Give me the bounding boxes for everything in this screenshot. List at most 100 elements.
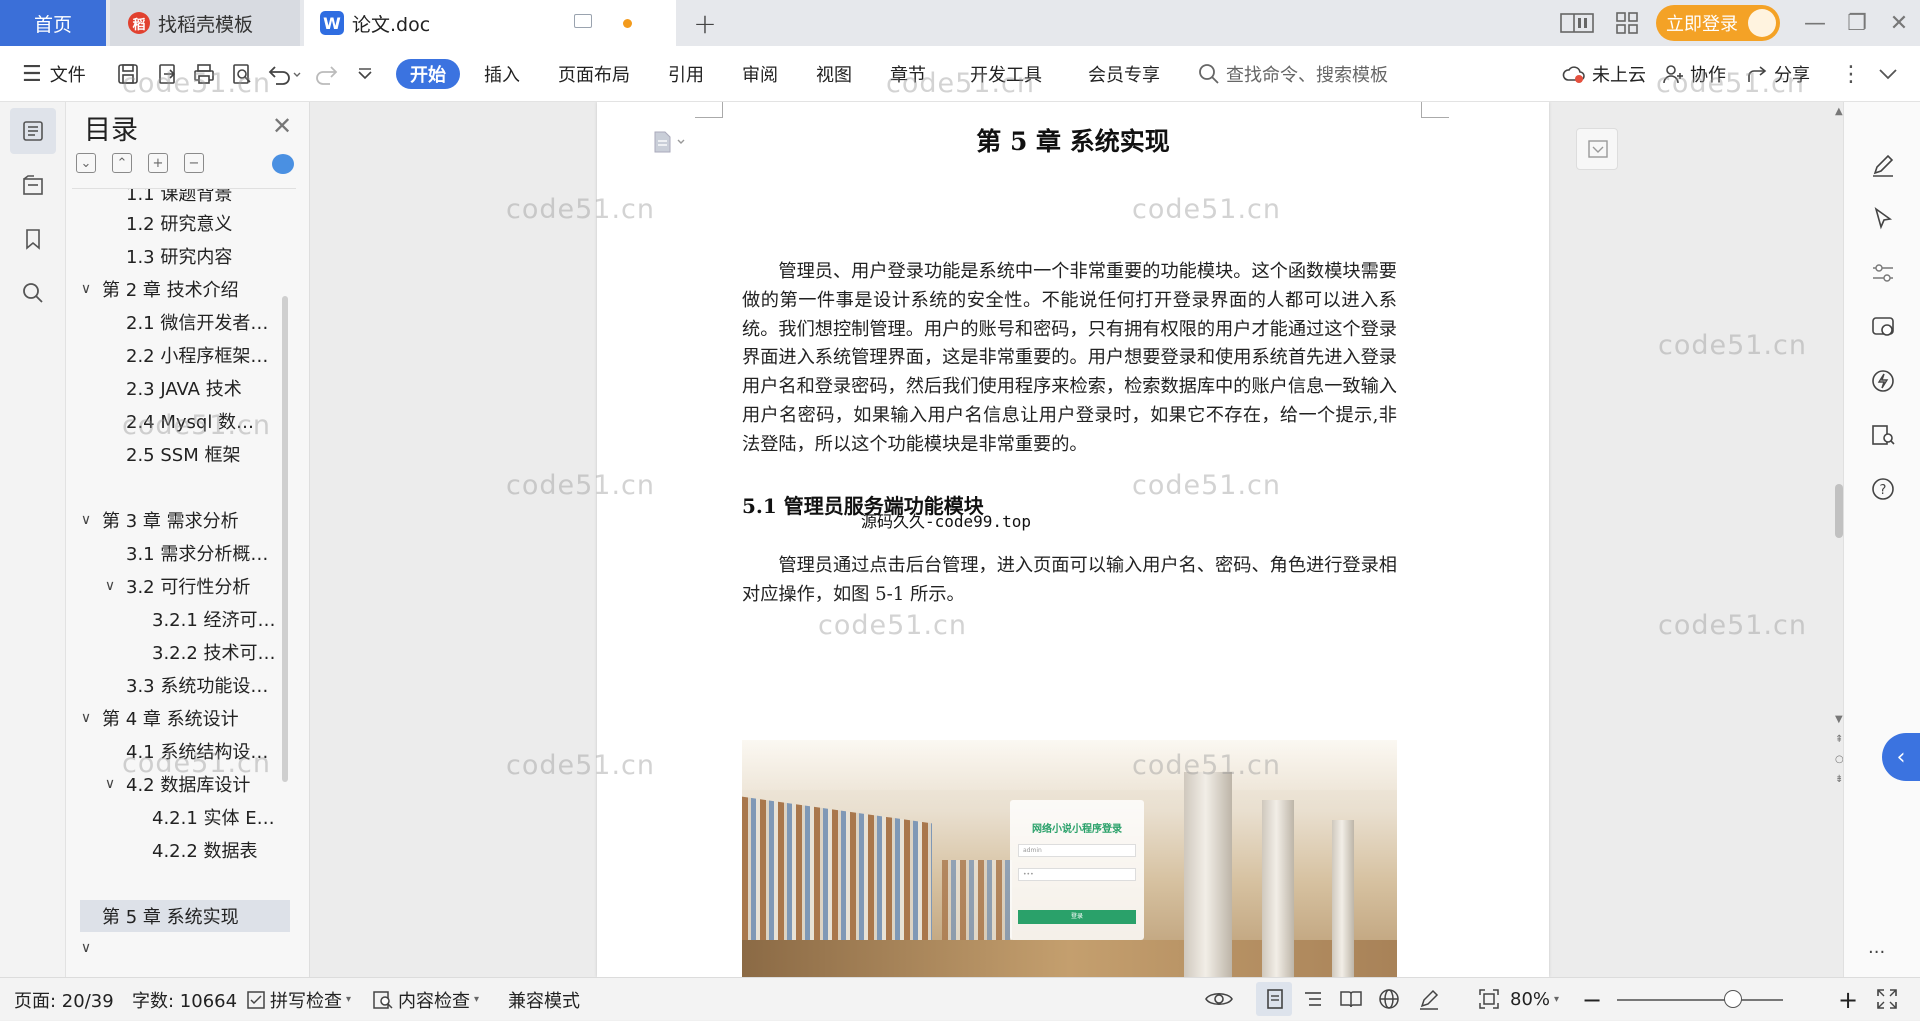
- menu-chapter[interactable]: 章节: [890, 46, 926, 102]
- outline-section-item[interactable]: 3.2.1 经济可…: [72, 603, 296, 635]
- outline-section-item[interactable]: ∨ 3.2 可行性分析: [72, 570, 296, 602]
- find-nav-button[interactable]: [10, 270, 56, 316]
- minimize-icon[interactable]: —: [1800, 8, 1830, 38]
- outline-section-item[interactable]: 3.1 需求分析概…: [72, 537, 296, 569]
- outline-chapter-item[interactable]: ∨: [72, 932, 296, 964]
- collapse-ribbon-icon[interactable]: [1876, 62, 1900, 86]
- zoom-in-icon[interactable]: +: [1838, 978, 1858, 1021]
- style-palette-icon[interactable]: [1870, 314, 1896, 340]
- outline-section-item[interactable]: 2.2 小程序框架…: [72, 339, 296, 371]
- document-page[interactable]: 第 5 章 系统实现 管理员、用户登录功能是系统中一个非常重要的功能模块。这个函…: [597, 102, 1549, 977]
- screen-icon[interactable]: [574, 14, 592, 28]
- export-pdf-icon[interactable]: [156, 62, 180, 86]
- collab-button[interactable]: 协作: [1662, 46, 1726, 102]
- document-scroll-thumb[interactable]: [1835, 484, 1843, 538]
- file-menu[interactable]: ☰ 文件: [22, 46, 86, 102]
- quick-access-dropdown-icon[interactable]: [356, 62, 374, 86]
- zoom-slider[interactable]: [1617, 999, 1783, 1001]
- outline-section-item[interactable]: 4.2.2 数据表: [72, 834, 296, 866]
- more-tools-icon[interactable]: ···: [1868, 942, 1885, 963]
- menu-page-layout[interactable]: 页面布局: [558, 46, 630, 102]
- close-window-icon[interactable]: ✕: [1884, 8, 1914, 38]
- outline-chapter-item[interactable]: ∨ 第 4 章 系统设计: [72, 702, 296, 734]
- outline-section-item[interactable]: 4.1 系统结构设…: [72, 735, 296, 767]
- zoom-out-icon[interactable]: −: [1582, 978, 1602, 1021]
- tab-template[interactable]: 稻 找稻壳模板: [110, 0, 300, 46]
- web-view-icon[interactable]: [1376, 987, 1402, 1011]
- adjust-sliders-icon[interactable]: [1870, 260, 1896, 286]
- new-tab-button[interactable]: +: [690, 7, 720, 40]
- expand-all-icon[interactable]: ⌄: [76, 153, 96, 173]
- close-icon[interactable]: ✕: [272, 112, 292, 140]
- outline-section-item[interactable]: ∨ 4.2 数据库设计: [72, 768, 296, 800]
- pen-edit-icon[interactable]: [1870, 152, 1896, 178]
- menu-references[interactable]: 引用: [668, 46, 704, 102]
- outline-section-item[interactable]: 2.5 SSM 框架: [72, 438, 296, 470]
- undo-icon[interactable]: [266, 62, 302, 86]
- bookmark-nav-button[interactable]: [10, 216, 56, 262]
- chevron-down-icon[interactable]: ∨: [102, 578, 118, 594]
- spell-check-button[interactable]: 拼写检查 ▾: [246, 978, 351, 1021]
- remove-heading-icon[interactable]: −: [184, 153, 204, 173]
- outline-section-item[interactable]: 1.2 研究意义: [72, 207, 296, 239]
- outline-section-item[interactable]: 2.4 Mysql 数…: [72, 405, 296, 437]
- print-preview-icon[interactable]: [230, 62, 254, 86]
- filter-toggle-button[interactable]: [1576, 128, 1618, 170]
- prev-page-icon[interactable]: ⇞: [1835, 734, 1843, 745]
- menu-developer[interactable]: 开发工具: [970, 46, 1042, 102]
- ai-assistant-icon[interactable]: [272, 154, 294, 174]
- chevron-down-icon[interactable]: ∨: [78, 940, 94, 956]
- read-mode-icon[interactable]: [1870, 422, 1896, 448]
- scroll-up-icon[interactable]: ▲: [1835, 106, 1843, 117]
- outline-chapter-item[interactable]: ∨ 第 3 章 需求分析: [72, 504, 296, 536]
- outline-nav-button[interactable]: [10, 108, 56, 154]
- outline-section-item[interactable]: 3.3 系统功能设…: [72, 669, 296, 701]
- menu-review[interactable]: 审阅: [742, 46, 778, 102]
- outline-section-item[interactable]: 1.3 研究内容: [72, 240, 296, 272]
- login-button[interactable]: 立即登录: [1656, 5, 1780, 41]
- share-button[interactable]: 分享: [1746, 46, 1810, 102]
- chevron-down-icon[interactable]: ∨: [102, 776, 118, 792]
- outline-section-item[interactable]: 4.2.1 实体 E…: [72, 801, 296, 833]
- outline-section-item[interactable]: 3.2.2 技术可…: [72, 636, 296, 668]
- eye-protect-icon[interactable]: [1204, 987, 1234, 1011]
- tab-home[interactable]: 首页: [0, 0, 106, 46]
- restore-icon[interactable]: ❐: [1842, 8, 1872, 38]
- collapse-all-icon[interactable]: ⌃: [112, 153, 132, 173]
- zoom-slider-knob[interactable]: [1724, 990, 1743, 1008]
- more-menu-icon[interactable]: ⋮: [1840, 46, 1862, 102]
- print-icon[interactable]: [192, 62, 216, 86]
- document-scrollbar[interactable]: ▲ ▼ ⇞ ○ ⇟: [1835, 102, 1843, 977]
- select-browse-icon[interactable]: ○: [1835, 754, 1843, 765]
- chevron-down-icon[interactable]: ∨: [78, 281, 94, 297]
- outline-section-item[interactable]: 1.1 课题背景: [72, 189, 296, 209]
- chevron-down-icon[interactable]: ∨: [78, 710, 94, 726]
- save-icon[interactable]: [116, 62, 140, 86]
- outline-section-item[interactable]: 2.3 JAVA 技术: [72, 372, 296, 404]
- word-count[interactable]: 字数: 10664: [132, 978, 237, 1021]
- outline-section-item[interactable]: 2.1 微信开发者…: [72, 306, 296, 338]
- add-heading-icon[interactable]: +: [148, 153, 168, 173]
- next-page-icon[interactable]: ⇟: [1835, 774, 1843, 785]
- outline-chapter-item[interactable]: 第 5 章 系统实现: [80, 900, 290, 932]
- ai-assist-icon[interactable]: [1870, 368, 1896, 394]
- fullscreen-icon[interactable]: [1874, 987, 1900, 1011]
- select-cursor-icon[interactable]: [1870, 206, 1896, 232]
- chevron-down-icon[interactable]: ∨: [78, 512, 94, 528]
- content-check-button[interactable]: 内容检查 ▾: [372, 978, 479, 1021]
- page-indicator[interactable]: 页面: 20/39: [14, 978, 114, 1021]
- menu-start[interactable]: 开始: [396, 59, 460, 89]
- command-search[interactable]: 查找命令、搜索模板: [1198, 46, 1388, 102]
- apps-grid-icon[interactable]: [1614, 11, 1640, 35]
- redo-icon[interactable]: [316, 62, 340, 86]
- help-icon[interactable]: ?: [1870, 476, 1896, 502]
- chapter-nav-button[interactable]: [10, 162, 56, 208]
- menu-insert[interactable]: 插入: [484, 46, 520, 102]
- outline-chapter-item[interactable]: ∨ 第 2 章 技术介绍: [72, 273, 296, 305]
- outline-scrollbar[interactable]: [282, 296, 288, 782]
- menu-view[interactable]: 视图: [816, 46, 852, 102]
- menu-member[interactable]: 会员专享: [1088, 46, 1160, 102]
- outline-view-icon[interactable]: [1300, 987, 1326, 1011]
- read-view-icon[interactable]: [1338, 987, 1364, 1011]
- layout-icon[interactable]: [1560, 11, 1594, 35]
